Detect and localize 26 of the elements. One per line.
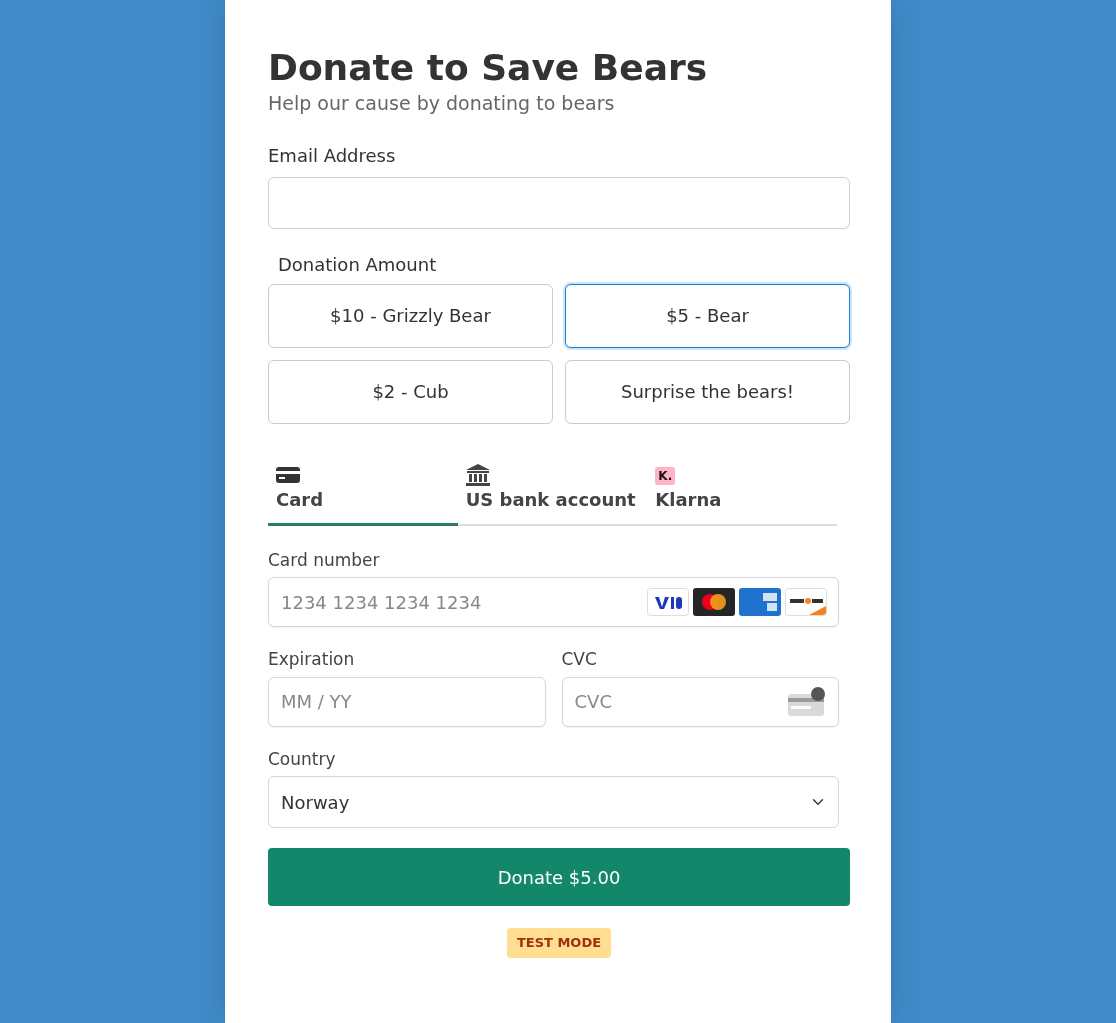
card-icon <box>276 465 300 484</box>
field-label: Country <box>268 747 337 771</box>
bank-icon <box>465 463 490 486</box>
test-mode-badge: TEST MODE <box>506 928 612 958</box>
field-label: CVC <box>561 648 598 672</box>
field-label: Donation Amount <box>278 252 438 277</box>
klarna-logo: K. <box>655 466 676 485</box>
amount-option[interactable]: Surprise the bears! <box>565 359 850 424</box>
country-select[interactable]: Norway <box>268 776 839 829</box>
page-title: Donate to Save Bears <box>268 46 709 90</box>
email-field[interactable] <box>268 176 850 229</box>
donate-button[interactable]: Donate $5.00 <box>268 848 850 907</box>
cvc-field[interactable]: CVC <box>561 676 839 727</box>
amount-option[interactable]: $2 - Cub <box>268 359 553 424</box>
amount-option[interactable]: $10 - Grizzly Bear <box>268 283 553 348</box>
payment-tab[interactable]: K. Klarna <box>647 451 837 526</box>
page-subtitle: Help our cause by donating to bears <box>268 91 616 117</box>
payment-tab[interactable]: US bank account <box>457 451 648 526</box>
amount-option[interactable]: $5 - Bear <box>565 283 850 348</box>
card-back-icon <box>787 686 827 717</box>
mastercard-logo <box>693 588 735 617</box>
field-label: Expiration <box>268 648 356 672</box>
field-label: Card number <box>268 548 381 572</box>
field-label: Email Address <box>268 143 397 168</box>
payment-tab[interactable]: Card <box>268 451 458 526</box>
expiration-field[interactable]: MM / YY <box>268 676 546 727</box>
